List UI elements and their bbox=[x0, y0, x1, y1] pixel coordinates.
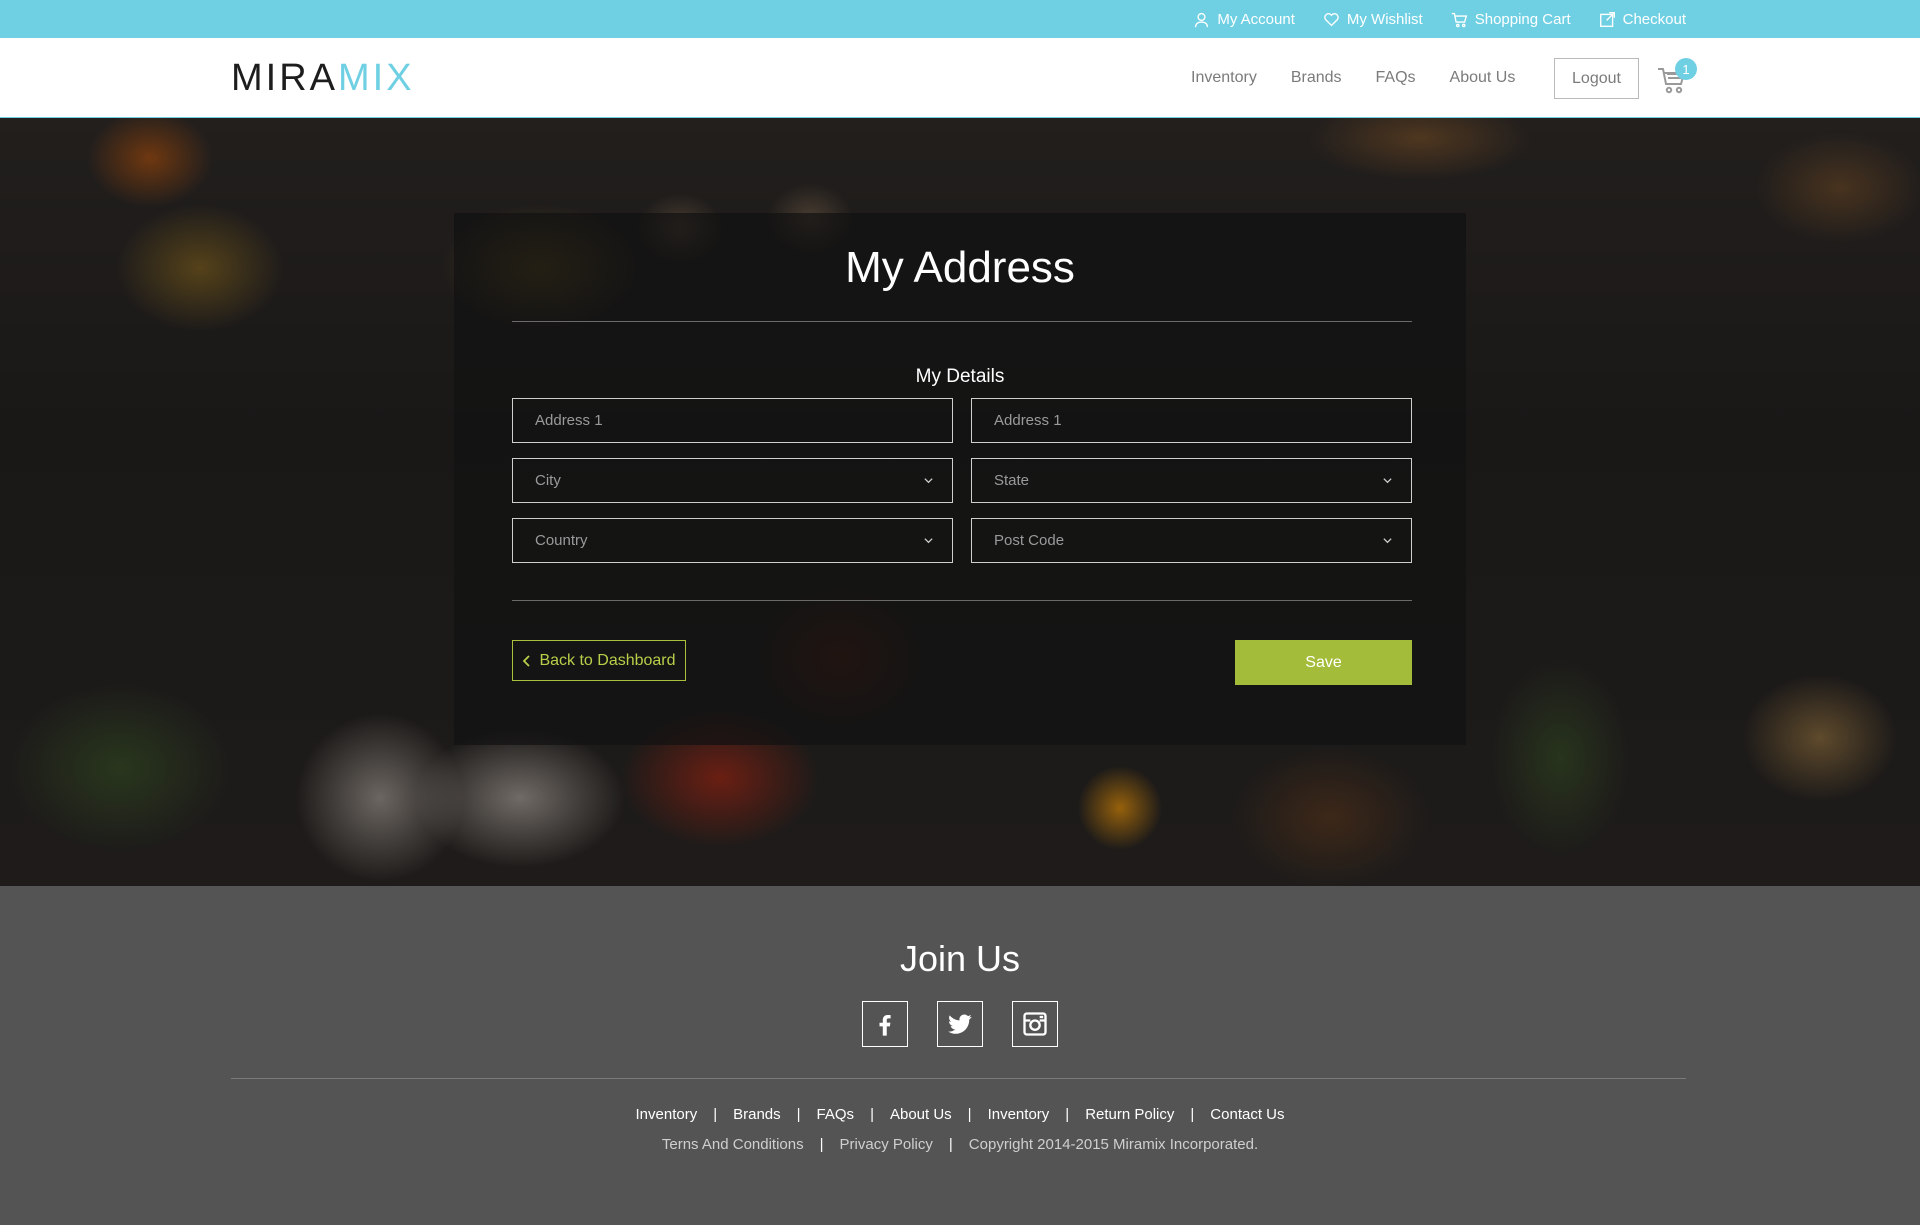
footer-link-inventory-2[interactable]: Inventory bbox=[988, 1106, 1050, 1123]
logout-button[interactable]: Logout bbox=[1554, 58, 1639, 99]
footer-separator: | bbox=[948, 1136, 953, 1153]
footer-separator: | bbox=[1190, 1106, 1195, 1123]
footer-link-terms[interactable]: Terns And Conditions bbox=[662, 1136, 804, 1153]
instagram-link[interactable] bbox=[1012, 1001, 1058, 1047]
site-footer: Join Us Inventory | Brands | FAQs | Abou… bbox=[0, 886, 1920, 1225]
social-links bbox=[862, 1001, 1058, 1047]
my-account-link[interactable]: My Account bbox=[1193, 11, 1295, 28]
chevron-down-icon bbox=[1383, 478, 1392, 484]
cart-icon bbox=[1451, 12, 1467, 27]
footer-separator: | bbox=[1065, 1106, 1070, 1123]
back-to-dashboard-label: Back to Dashboard bbox=[539, 651, 676, 669]
chevron-down-icon bbox=[924, 478, 933, 484]
hero-background: My Address My Details Address 1 Address … bbox=[0, 118, 1920, 886]
my-wishlist-label: My Wishlist bbox=[1346, 10, 1423, 28]
save-button[interactable]: Save bbox=[1235, 640, 1412, 685]
join-us-heading: Join Us bbox=[899, 938, 1021, 979]
footer-separator: | bbox=[713, 1106, 718, 1123]
utility-links: My Account My Wishlist Shopping Cart Che… bbox=[1193, 0, 1686, 38]
shopping-cart-link[interactable]: Shopping Cart bbox=[1451, 11, 1571, 28]
header-cart-button[interactable]: 1 bbox=[1654, 58, 1700, 102]
footer-link-privacy-policy[interactable]: Privacy Policy bbox=[840, 1136, 933, 1153]
footer-link-brands[interactable]: Brands bbox=[733, 1106, 781, 1123]
chevron-down-icon bbox=[1383, 538, 1392, 544]
main-header: MIRAMIX Inventory Brands FAQs About Us L… bbox=[0, 38, 1920, 118]
city-select[interactable]: City bbox=[512, 458, 953, 503]
address1-input-right[interactable]: Address 1 bbox=[971, 398, 1412, 443]
copyright-text: Copyright 2014-2015 Miramix Incorporated… bbox=[968, 1136, 1259, 1153]
postcode-select[interactable]: Post Code bbox=[971, 518, 1412, 563]
checkout-link[interactable]: Checkout bbox=[1599, 11, 1686, 28]
footer-separator: | bbox=[870, 1106, 874, 1123]
twitter-icon bbox=[948, 1014, 972, 1034]
country-select[interactable]: Country bbox=[512, 518, 953, 563]
my-wishlist-link[interactable]: My Wishlist bbox=[1323, 11, 1423, 28]
footer-link-contact-us[interactable]: Contact Us bbox=[1210, 1106, 1284, 1123]
heart-icon bbox=[1324, 12, 1339, 26]
address1-right-placeholder: Address 1 bbox=[994, 412, 1062, 429]
my-account-label: My Account bbox=[1217, 10, 1295, 28]
utility-bar: My Account My Wishlist Shopping Cart Che… bbox=[0, 0, 1920, 38]
instagram-icon bbox=[1023, 1012, 1047, 1036]
nav-about-us[interactable]: About Us bbox=[1450, 69, 1516, 87]
state-placeholder: State bbox=[994, 472, 1030, 489]
facebook-icon bbox=[879, 1015, 891, 1036]
address1-input-left[interactable]: Address 1 bbox=[512, 398, 953, 443]
address-panel: My Address My Details Address 1 Address … bbox=[454, 213, 1466, 745]
footer-separator: | bbox=[819, 1136, 824, 1153]
country-placeholder: Country bbox=[535, 532, 588, 549]
state-select[interactable]: State bbox=[971, 458, 1412, 503]
footer-divider bbox=[231, 1078, 1686, 1079]
chevron-left-icon bbox=[523, 654, 531, 667]
section-title: My Details bbox=[915, 366, 1005, 387]
facebook-link[interactable] bbox=[862, 1001, 908, 1047]
footer-links-primary: Inventory | Brands | FAQs | About Us | I… bbox=[0, 1106, 1920, 1123]
footer-link-about-us[interactable]: About Us bbox=[890, 1106, 952, 1123]
footer-link-faqs[interactable]: FAQs bbox=[817, 1106, 855, 1123]
title-divider bbox=[512, 321, 1412, 322]
form-divider bbox=[512, 600, 1412, 601]
miramix-logo[interactable]: MIRAMIX bbox=[231, 57, 415, 99]
nav-faqs[interactable]: FAQs bbox=[1376, 69, 1416, 87]
back-to-dashboard-button[interactable]: Back to Dashboard bbox=[512, 640, 686, 681]
logo-part-1: MIRA bbox=[231, 57, 338, 99]
shopping-cart-label: Shopping Cart bbox=[1474, 10, 1571, 28]
footer-link-inventory[interactable]: Inventory bbox=[636, 1106, 698, 1123]
logo-part-2: MIX bbox=[338, 57, 415, 99]
page-title: My Address bbox=[845, 243, 1075, 292]
checkout-label: Checkout bbox=[1622, 10, 1686, 28]
main-nav: Inventory Brands FAQs About Us bbox=[1191, 38, 1515, 118]
footer-separator: | bbox=[796, 1106, 801, 1123]
footer-links-secondary: Terns And Conditions | Privacy Policy | … bbox=[0, 1136, 1920, 1153]
chevron-down-icon bbox=[924, 538, 933, 544]
footer-link-return-policy[interactable]: Return Policy bbox=[1085, 1106, 1174, 1123]
twitter-link[interactable] bbox=[937, 1001, 983, 1047]
cart-count-badge: 1 bbox=[1675, 58, 1697, 80]
footer-separator: | bbox=[967, 1106, 972, 1123]
nav-inventory[interactable]: Inventory bbox=[1191, 69, 1257, 87]
nav-brands[interactable]: Brands bbox=[1291, 69, 1342, 87]
postcode-placeholder: Post Code bbox=[994, 532, 1065, 549]
user-icon bbox=[1195, 12, 1209, 27]
city-placeholder: City bbox=[535, 472, 561, 489]
address1-left-placeholder: Address 1 bbox=[535, 412, 603, 429]
checkout-icon bbox=[1599, 11, 1615, 27]
